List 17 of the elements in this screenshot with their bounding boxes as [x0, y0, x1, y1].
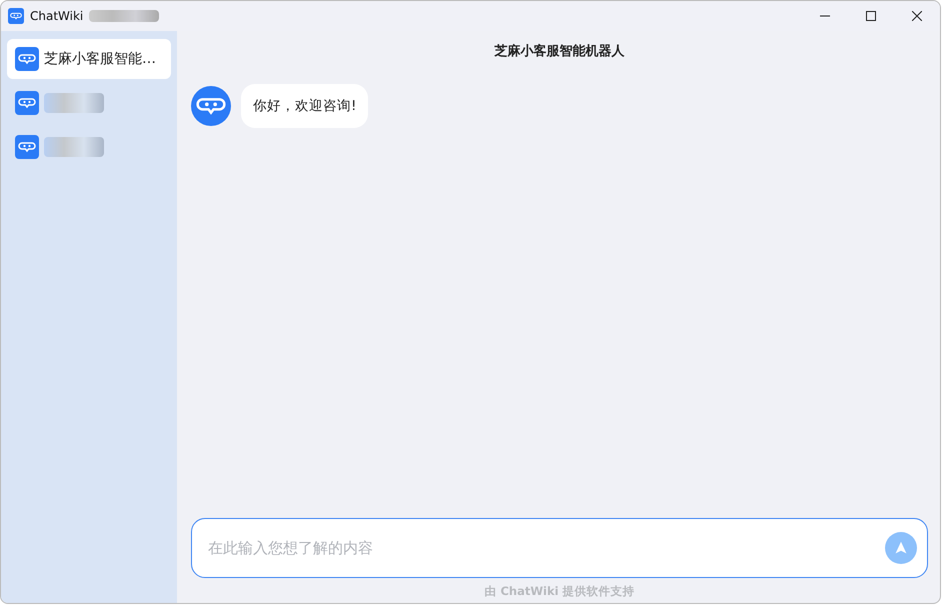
redacted-blur	[44, 93, 104, 113]
send-button[interactable]	[885, 532, 917, 564]
robot-avatar-icon	[191, 86, 231, 126]
maximize-icon	[866, 11, 876, 21]
footer-credit: 由 ChatWiki 提供软件支持	[483, 584, 636, 599]
message-composer[interactable]: 在此输入您想了解的内容	[191, 518, 928, 578]
app-logo-icon	[8, 8, 24, 24]
robot-list-item[interactable]: 芝麻小客服智能…	[7, 39, 171, 79]
window-title: ChatWiki	[30, 9, 84, 23]
robot-icon	[15, 91, 39, 115]
robot-icon	[15, 47, 39, 71]
message-bubble: 你好，欢迎咨询!	[241, 84, 368, 128]
chat-title: 芝麻小客服智能机器人	[493, 42, 626, 60]
robot-icon	[15, 135, 39, 159]
redacted-blur	[44, 137, 104, 157]
message-input-field[interactable]: 在此输入您想了解的内容	[206, 538, 885, 558]
close-icon	[912, 11, 922, 21]
